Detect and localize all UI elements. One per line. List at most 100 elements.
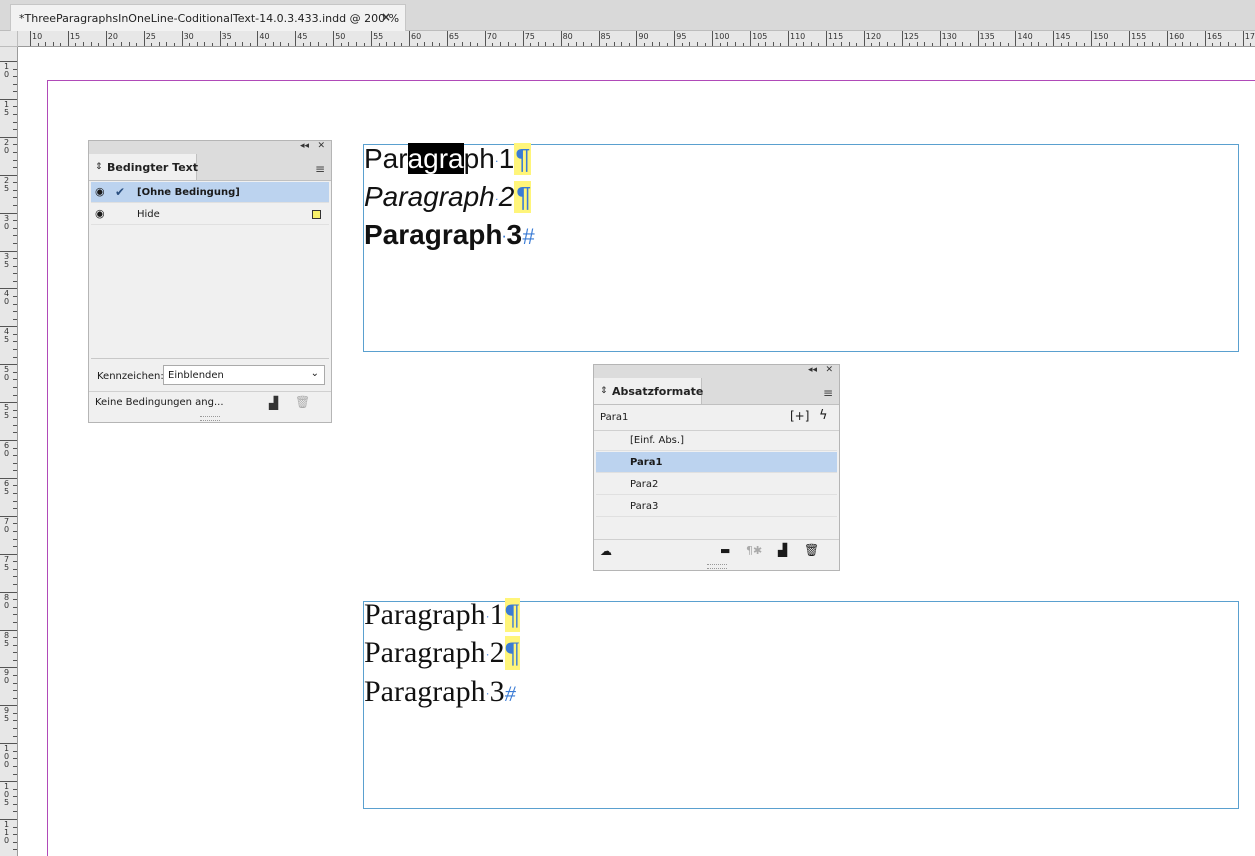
- ruler-tick: [1212, 43, 1214, 46]
- ruler-origin[interactable]: [0, 31, 18, 47]
- new-condition-icon[interactable]: ▟: [269, 396, 278, 410]
- panel-title-bar[interactable]: ◂◂ ✕: [89, 141, 331, 155]
- panel-tab-row: ⇕ Bedingter Text ≡: [89, 154, 331, 181]
- ruler-tick: [0, 591, 17, 593]
- ruler-label: 125: [903, 32, 919, 41]
- paragraph-3-line[interactable]: Paragraph·3#: [364, 219, 534, 251]
- delete-icon[interactable]: 🗑: [804, 543, 819, 557]
- close-panel-icon[interactable]: ✕: [317, 141, 325, 151]
- ruler-tick: [13, 462, 17, 464]
- ruler-tick: [674, 31, 676, 46]
- ruler-tick: [13, 568, 17, 570]
- ruler-tick: [13, 258, 17, 260]
- ruler-tick: [924, 42, 926, 46]
- ruler-label: 165: [1206, 32, 1223, 41]
- ruler-tick: [13, 68, 17, 70]
- ruler-tick: [0, 402, 17, 404]
- ruler-tick: [0, 553, 17, 555]
- close-tab-icon[interactable]: ×: [381, 10, 391, 24]
- folder-icon[interactable]: ▬: [720, 544, 730, 557]
- text-frame-2[interactable]: Paragraph·1¶ Paragraph·2¶ Paragraph·3#: [363, 598, 1239, 809]
- ruler-tick: [234, 42, 236, 46]
- delete-icon[interactable]: 🗑: [295, 395, 310, 409]
- collapse-panel-icon[interactable]: ◂◂: [300, 141, 309, 151]
- style-row[interactable]: Para1: [596, 452, 837, 473]
- ruler-tick: [13, 182, 17, 184]
- ruler-tick: [765, 42, 767, 46]
- panel-title-bar[interactable]: ◂◂ ✕: [594, 365, 839, 379]
- text-frame-1[interactable]: Paragraph·1¶ Paragraph·2¶ Paragraph·3#: [363, 143, 1239, 352]
- ruler-tick: [13, 637, 17, 639]
- tab-conditional-text[interactable]: ⇕ Bedingter Text: [89, 154, 198, 180]
- paragraph-1-text: Paragraph: [364, 598, 486, 631]
- ruler-tick: [13, 728, 17, 730]
- ruler-tick: [818, 43, 820, 46]
- document-tab[interactable]: *ThreeParagraphsInOneLine-CoditionalText…: [10, 4, 406, 31]
- condition-row-none[interactable]: ◉ ✔ [Ohne Bedingung]: [91, 182, 329, 203]
- new-style-icon[interactable]: ▟: [778, 543, 787, 557]
- ruler-tick: [1121, 43, 1123, 46]
- ruler-tick: [848, 42, 850, 46]
- ruler-tick: [545, 42, 547, 46]
- ruler-tick: [969, 43, 971, 46]
- style-row[interactable]: Para3: [596, 496, 837, 517]
- paragraph-1-text-start: Par: [364, 143, 408, 174]
- ruler-tick: [204, 42, 206, 46]
- paragraph-3-number: 3: [489, 675, 505, 708]
- checkmark-icon[interactable]: ✔: [115, 185, 125, 199]
- ruler-tick: [621, 42, 623, 46]
- ruler-tick: [45, 42, 47, 46]
- page-left-edge: [47, 80, 48, 856]
- ruler-tick: [13, 432, 17, 434]
- panel-menu-icon[interactable]: ≡: [823, 386, 833, 400]
- paragraph-2-line[interactable]: Paragraph·2¶: [364, 636, 521, 670]
- ruler-label: 75: [3, 554, 10, 572]
- ruler-tick: [13, 720, 17, 722]
- ruler-label: 145: [1055, 32, 1071, 41]
- paragraph-2-line[interactable]: Paragraph·2¶: [364, 181, 532, 213]
- ruler-tick: [13, 546, 17, 548]
- style-label: Para3: [630, 501, 659, 512]
- paragraph-1-line[interactable]: Paragraph·1¶: [364, 143, 532, 175]
- ruler-tick: [325, 43, 327, 46]
- ruler-tick: [13, 765, 17, 767]
- cloud-library-icon[interactable]: ☁: [600, 544, 612, 558]
- eye-icon[interactable]: ◉: [95, 185, 105, 198]
- close-panel-icon[interactable]: ✕: [825, 365, 833, 375]
- ruler-tick: [13, 697, 17, 699]
- ruler-tick: [318, 42, 320, 46]
- ruler-tick: [13, 129, 17, 131]
- ruler-tick: [0, 288, 17, 290]
- ruler-tick: [13, 606, 17, 608]
- style-row[interactable]: [Einf. Abs.]: [596, 430, 837, 451]
- tab-paragraph-styles[interactable]: ⇕ Absatzformate: [594, 378, 703, 404]
- text-selection[interactable]: agra: [407, 143, 464, 174]
- ruler-tick: [1068, 42, 1070, 46]
- ruler-tick: [1091, 31, 1093, 46]
- ruler-tick: [0, 98, 17, 100]
- ruler-tick: [568, 43, 570, 46]
- panel-menu-icon[interactable]: ≡: [315, 162, 325, 176]
- paragraph-2-text: Paragraph: [364, 636, 486, 669]
- paragraph-1-line[interactable]: Paragraph·1¶: [364, 598, 521, 632]
- paragraph-3-line[interactable]: Paragraph·3#: [364, 675, 516, 709]
- indicators-select[interactable]: Einblenden ⌄: [163, 365, 325, 385]
- panel-separator: [594, 539, 839, 540]
- clear-overrides-icon[interactable]: ¶✱: [746, 544, 762, 557]
- ruler-tick: [90, 42, 92, 46]
- quick-apply-icon[interactable]: ϟ: [819, 408, 828, 423]
- collapse-panel-icon[interactable]: ◂◂: [808, 365, 817, 375]
- horizontal-ruler[interactable]: 10 15 20 25 30 35 40 45 50 55 60 65 70 75 80 85 90 95 100 1…: [18, 31, 1255, 47]
- style-label: [Einf. Abs.]: [630, 435, 684, 446]
- condition-row-hide[interactable]: ◉ Hide: [91, 204, 329, 225]
- ruler-tick: [742, 43, 744, 46]
- paragraph-2-number: 2: [498, 181, 515, 212]
- eye-icon[interactable]: ◉: [95, 207, 105, 220]
- new-style-from-selection-icon[interactable]: [+]: [790, 409, 809, 423]
- ruler-tick: [977, 31, 979, 46]
- style-row[interactable]: Para2: [596, 474, 837, 495]
- ruler-tick: [712, 31, 714, 46]
- vertical-ruler[interactable]: 10 15 20 25 30 35 40 45 50 55 60 65 70 75 80 85 90 95 100 1…: [0, 47, 18, 856]
- resize-grip-icon[interactable]: [706, 564, 727, 569]
- resize-grip-icon[interactable]: [200, 416, 220, 421]
